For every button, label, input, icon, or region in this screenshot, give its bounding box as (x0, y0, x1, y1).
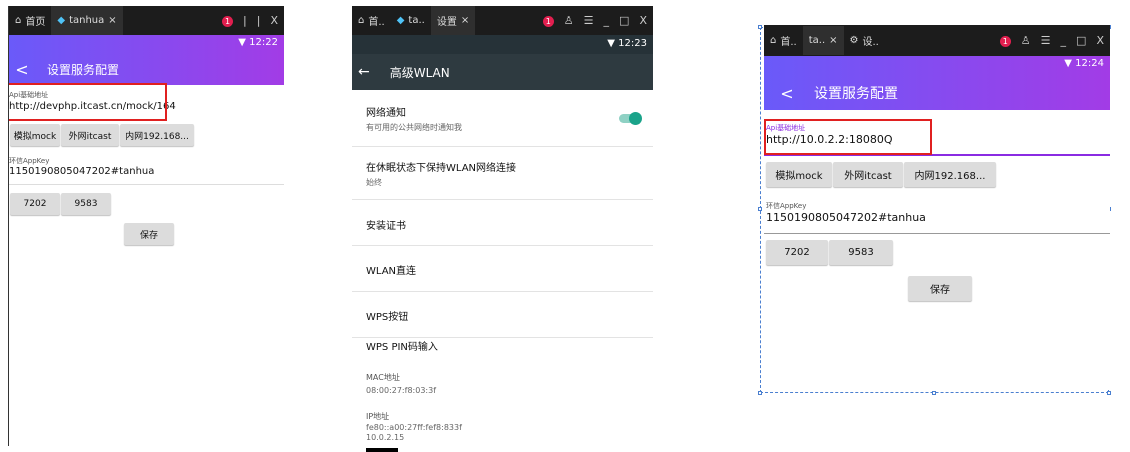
save-button[interactable]: 保存 (908, 276, 972, 301)
gear-icon: ⚙ (849, 35, 859, 46)
emulator-tab-bar: ⌂ 首.. ta.. × ⚙ 设.. 1 ♙ ☰ _ □ X (764, 25, 1110, 56)
page-title: 设置服务配置 (814, 86, 898, 102)
notification-icon[interactable]: 1 (542, 14, 554, 27)
flutter-icon: ◆ (396, 15, 405, 26)
setting-keep-wlan[interactable]: 在休眠状态下保持WLAN网络连接 始终 (352, 147, 653, 200)
back-arrow-icon[interactable]: ← (358, 64, 370, 80)
tab-tanhua[interactable]: ◆ tanhua × (51, 6, 123, 35)
minimize-icon[interactable]: _ (604, 14, 610, 27)
close-window-icon[interactable]: X (1096, 34, 1104, 47)
intranet-button[interactable]: 内网192.168... (120, 124, 194, 146)
right-phone-screen: ⌂ 首.. ta.. × ⚙ 设.. 1 ♙ ☰ _ □ X ▼ 12:24 < 设置… (764, 25, 1110, 390)
itcast-button[interactable]: 外网itcast (61, 124, 119, 146)
mock-button[interactable]: 模拟mock (766, 162, 832, 187)
minimize-icon[interactable]: _ (1061, 34, 1067, 47)
window-controls: 1 ♙ ☰ _ □ X (999, 34, 1110, 47)
appkey-label: 环信AppKey (9, 157, 50, 165)
key-9583-button[interactable]: 9583 (829, 240, 893, 265)
tab-close-icon[interactable]: × (829, 35, 837, 46)
notification-icon[interactable]: 1 (222, 14, 234, 27)
tab-settings[interactable]: ⚙ 设.. (844, 26, 885, 55)
notify-toggle[interactable] (619, 112, 642, 125)
status-time: ▼ 12:23 (607, 38, 647, 49)
account-icon[interactable]: ♙ (1021, 34, 1031, 47)
account-icon[interactable]: ♙ (564, 14, 574, 27)
back-arrow-icon[interactable]: < (13, 60, 31, 79)
notification-icon[interactable]: 1 (999, 34, 1011, 47)
key-7202-button[interactable]: 7202 (10, 193, 60, 215)
ip-address-block: IP地址 fe80::a00:27ff:fef8:833f 10.0.2.15 (366, 412, 462, 442)
appkey-field[interactable]: 1150190805047202#tanhua (766, 211, 1110, 224)
setting-wps-pin[interactable]: WPS PIN码输入 (352, 324, 653, 370)
maximize-icon[interactable]: □ (619, 14, 629, 27)
app-bar: ▼ 12:22 < 设置服务配置 (9, 35, 284, 85)
save-button[interactable]: 保存 (124, 223, 174, 245)
app-bar: ▼ 12:24 < 设置服务配置 (764, 56, 1110, 110)
left-phone-screen: ⌂ 首页 ◆ tanhua × 1 | | X ▼ 12:22 < 设置服务配置 Ap… (8, 6, 284, 446)
scroll-indicator (366, 448, 398, 452)
highlight-box (764, 119, 932, 155)
mac-address-block: MAC地址 08:00:27:f8:03:3f (366, 373, 437, 395)
window-controls: 1 ♙ ☰ _ □ X (542, 14, 653, 27)
tab-close-icon[interactable]: × (108, 15, 116, 26)
intranet-button[interactable]: 内网192.168... (904, 162, 996, 187)
emulator-tab-bar: ⌂ 首.. ◆ ta.. 设置 × 1 ♙ ☰ _ □ X (352, 6, 653, 35)
key-9583-button[interactable]: 9583 (61, 193, 111, 215)
maximize-icon[interactable]: | (257, 14, 261, 27)
tab-tanhua[interactable]: ◆ ta.. (391, 6, 431, 35)
appkey-label: 环信AppKey (766, 202, 807, 210)
emulator-tab-bar: ⌂ 首页 ◆ tanhua × 1 | | X (9, 6, 284, 35)
home-icon: ⌂ (358, 15, 365, 26)
status-time: ▼ 12:24 (1064, 58, 1104, 69)
home-icon: ⌂ (770, 35, 777, 46)
page-title: 高级WLAN (389, 65, 450, 80)
maximize-icon[interactable]: □ (1076, 34, 1086, 47)
status-time: ▼ 12:22 (238, 37, 278, 48)
itcast-button[interactable]: 外网itcast (833, 162, 903, 187)
mock-button[interactable]: 模拟mock (10, 124, 60, 146)
setting-network-notify[interactable]: 网络通知 有可用的公共网络时通知我 (352, 90, 653, 147)
tab-tanhua[interactable]: ta.. × (802, 26, 844, 55)
menu-icon[interactable]: ☰ (1041, 34, 1051, 47)
status-bar: ▼ 12:23 (352, 35, 653, 54)
flutter-icon: ◆ (57, 15, 66, 26)
home-icon: ⌂ (15, 15, 22, 26)
setting-wlan-direct[interactable]: WLAN直连 (352, 246, 653, 292)
appkey-field[interactable]: 1150190805047202#tanhua (9, 166, 284, 177)
key-7202-button[interactable]: 7202 (766, 240, 828, 265)
tab-close-icon[interactable]: × (461, 15, 469, 26)
tab-home[interactable]: ⌂ 首页 (9, 6, 51, 35)
minimize-icon[interactable]: | (243, 14, 247, 27)
page-title: 设置服务配置 (47, 62, 120, 77)
back-arrow-icon[interactable]: < (778, 84, 796, 103)
setting-install-cert[interactable]: 安装证书 (352, 200, 653, 246)
menu-icon[interactable]: ☰ (584, 14, 594, 27)
tab-home[interactable]: ⌂ 首.. (352, 6, 391, 35)
tab-home[interactable]: ⌂ 首.. (764, 26, 803, 55)
toolbar: ← 高级WLAN (352, 54, 653, 90)
tab-settings[interactable]: 设置 × (430, 6, 476, 35)
highlight-box (9, 83, 167, 121)
middle-phone-screen: ⌂ 首.. ◆ ta.. 设置 × 1 ♙ ☰ _ □ X ▼ 12:23 ← 高级W… (352, 6, 653, 452)
close-window-icon[interactable]: X (270, 14, 278, 27)
close-window-icon[interactable]: X (639, 14, 647, 27)
window-controls: 1 | | X (222, 14, 284, 27)
